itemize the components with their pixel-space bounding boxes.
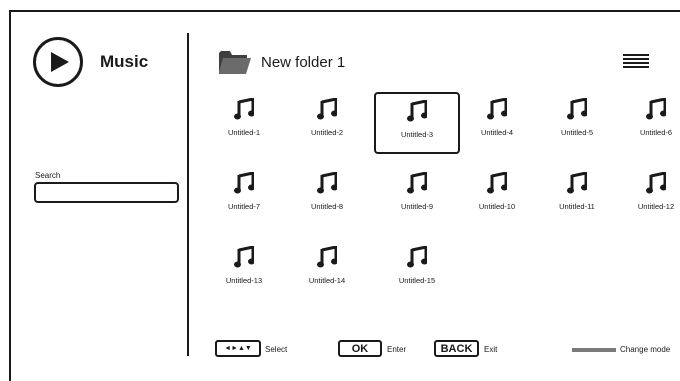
music-file-label: Untitled-7 <box>227 202 261 211</box>
search-input[interactable] <box>34 182 179 203</box>
music-note-icon <box>407 246 427 268</box>
music-file-item[interactable]: Untitled-10 <box>454 166 540 228</box>
music-file-item[interactable]: Untitled-5 <box>534 92 620 154</box>
music-file-item[interactable]: Untitled-12 <box>613 166 680 228</box>
music-note-icon <box>487 172 507 194</box>
music-note-icon <box>317 246 337 268</box>
music-file-item[interactable]: Untitled-9 <box>374 166 460 228</box>
music-note-icon <box>407 100 427 122</box>
enter-hint-label: Enter <box>387 345 407 354</box>
ok-key-hint: OK <box>338 340 382 357</box>
music-file-item[interactable]: Untitled-1 <box>201 92 287 154</box>
change-mode-label: Change mode <box>620 345 671 354</box>
music-header: Music <box>33 37 148 87</box>
music-note-icon <box>234 246 254 268</box>
music-file-item[interactable]: Untitled-13 <box>201 240 287 302</box>
play-icon[interactable] <box>33 37 83 87</box>
music-file-item[interactable]: Untitled-15 <box>374 240 460 302</box>
music-file-label: Untitled-4 <box>480 128 514 137</box>
music-file-label: Untitled-11 <box>559 202 595 211</box>
music-file-item[interactable]: Untitled-7 <box>201 166 287 228</box>
folder-header: New folder 1 <box>219 50 345 74</box>
music-file-label: Untitled-10 <box>478 202 516 211</box>
music-file-item[interactable]: Untitled-2 <box>284 92 370 154</box>
music-file-label: Untitled-1 <box>227 128 261 137</box>
music-file-label: Untitled-5 <box>560 128 594 137</box>
arrow-keys-hint: ◄►▲▼ <box>215 340 261 357</box>
music-file-item[interactable]: Untitled-3 <box>374 92 460 154</box>
music-file-item[interactable]: Untitled-14 <box>284 240 370 302</box>
music-note-icon <box>567 172 587 194</box>
music-file-label: Untitled-13 <box>225 276 263 285</box>
music-file-label: Untitled-3 <box>400 130 434 139</box>
folder-icon <box>219 51 251 74</box>
music-file-label: Untitled-9 <box>400 202 434 211</box>
music-note-icon <box>646 172 666 194</box>
music-note-icon <box>234 98 254 120</box>
panel-divider <box>187 33 189 356</box>
music-note-icon <box>407 172 427 194</box>
music-file-item[interactable]: Untitled-11 <box>534 166 620 228</box>
music-file-label: Untitled-6 <box>639 128 673 137</box>
exit-hint-label: Exit <box>484 345 498 354</box>
music-note-icon <box>567 98 587 120</box>
music-note-icon <box>317 172 337 194</box>
change-mode-indicator <box>572 348 616 352</box>
music-file-label: Untitled-14 <box>308 276 346 285</box>
music-note-icon <box>234 172 254 194</box>
footer-hints: ◄►▲▼ Select OK Enter BACK Exit Change mo… <box>0 340 680 360</box>
music-note-icon <box>317 98 337 120</box>
select-hint-label: Select <box>265 345 288 354</box>
music-file-label: Untitled-15 <box>398 276 436 285</box>
music-note-icon <box>487 98 507 120</box>
music-title: Music <box>100 52 149 71</box>
music-file-label: Untitled-12 <box>637 202 675 211</box>
music-file-item[interactable]: Untitled-6 <box>613 92 680 154</box>
music-file-item[interactable]: Untitled-4 <box>454 92 540 154</box>
music-file-label: Untitled-8 <box>310 202 344 211</box>
music-file-item[interactable]: Untitled-8 <box>284 166 370 228</box>
music-note-icon <box>646 98 666 120</box>
music-file-label: Untitled-2 <box>310 128 344 137</box>
search-label: Search <box>35 171 61 180</box>
back-key-hint: BACK <box>434 340 479 357</box>
list-view-icon[interactable] <box>623 54 649 68</box>
folder-title: New folder 1 <box>261 53 346 71</box>
